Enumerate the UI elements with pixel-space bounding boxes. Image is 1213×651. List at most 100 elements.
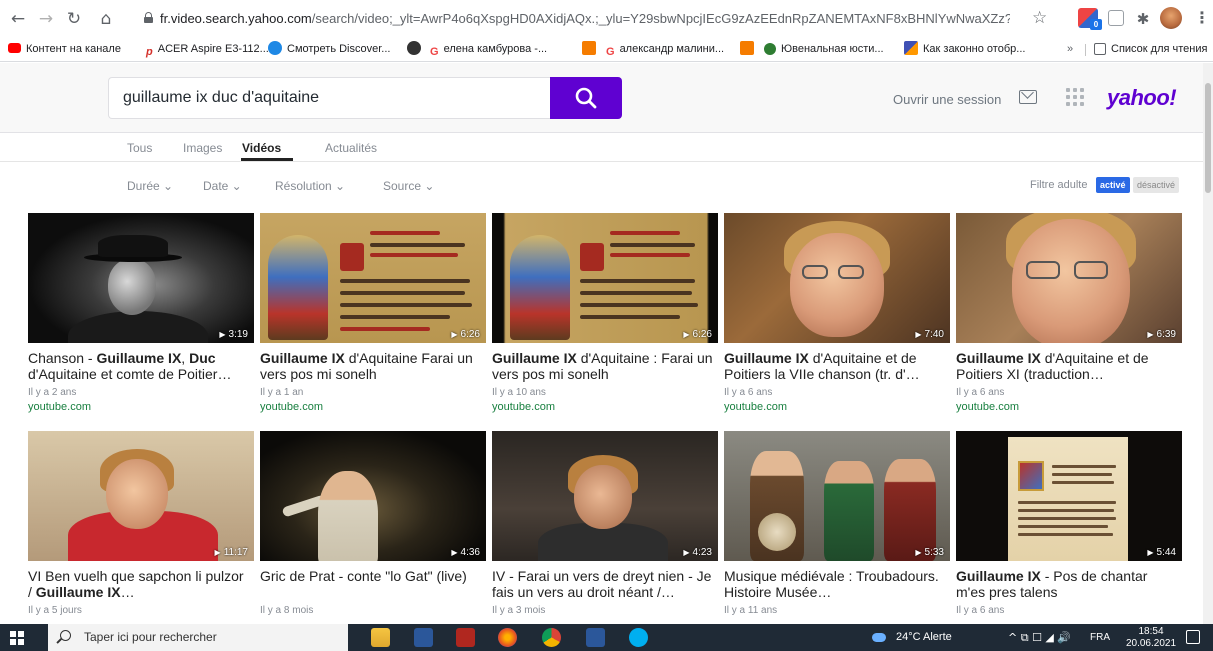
- video-thumbnail[interactable]: ▶ 5:33: [724, 431, 950, 561]
- video-title[interactable]: Guillaume IX d'Aquitaine et de Poitiers …: [956, 350, 1178, 382]
- skype-icon[interactable]: [629, 628, 648, 647]
- profile-avatar[interactable]: [1160, 7, 1182, 29]
- bookmark-item[interactable]: Gелена камбурова -...: [430, 41, 547, 58]
- clock[interactable]: 18:54 20.06.2021: [1124, 626, 1178, 650]
- video-thumbnail[interactable]: ▶ 4:23: [492, 431, 718, 561]
- file-explorer-icon[interactable]: [371, 628, 390, 647]
- forward-icon[interactable]: →: [36, 9, 56, 29]
- video-thumbnail[interactable]: ▶ 11:17: [28, 431, 254, 561]
- filter-date[interactable]: Date ⌄: [203, 179, 242, 193]
- video-duration: ▶ 5:33: [915, 547, 944, 558]
- language-indicator[interactable]: FRA: [1090, 632, 1110, 643]
- bookmark-item[interactable]: Как законно отобр...: [904, 41, 1025, 57]
- video-title[interactable]: Guillaume IX d'Aquitaine et de Poitiers …: [724, 350, 946, 382]
- video-thumbnail[interactable]: ▶ 6:39: [956, 213, 1182, 343]
- bookmark-item[interactable]: [582, 41, 601, 57]
- system-tray-icons[interactable]: ^ ⧉ ☐ ◢ 🔊: [1008, 631, 1071, 645]
- video-title[interactable]: Musique médiévale : Troubadours. Histoir…: [724, 568, 946, 600]
- b-icon: [740, 41, 754, 55]
- firefox-icon[interactable]: [498, 628, 517, 647]
- video-title[interactable]: Gric de Prat - conte "lo Gat" (live): [260, 568, 482, 600]
- video-card[interactable]: ▶ 6:26 Guillaume IX d'Aquitaine Farai un …: [260, 213, 486, 418]
- page-scrollbar[interactable]: [1203, 63, 1213, 624]
- tab-all[interactable]: Tous: [127, 141, 152, 155]
- video-title[interactable]: Guillaume IX d'Aquitaine : Farai un vers…: [492, 350, 714, 382]
- video-title[interactable]: Guillaume IX d'Aquitaine Farai un vers p…: [260, 350, 482, 382]
- search-icon: [575, 87, 597, 109]
- bookmark-item[interactable]: Контент на канале: [8, 41, 121, 57]
- video-thumbnail[interactable]: ▶ 3:19: [28, 213, 254, 343]
- address-bar[interactable]: fr.video.search.yahoo.com/search/video;_…: [126, 6, 1010, 32]
- search-button[interactable]: [550, 77, 622, 119]
- play-icon: ▶: [214, 548, 221, 557]
- mail-icon[interactable]: [1019, 90, 1037, 104]
- reload-icon[interactable]: ↻: [64, 9, 84, 29]
- video-card[interactable]: ▶ 11:17 VI Ben vuelh que sapchon li pulzo…: [28, 431, 254, 623]
- tab-news[interactable]: Actualités: [325, 141, 377, 155]
- home-icon[interactable]: ⌂: [96, 9, 116, 29]
- bookmark-item[interactable]: Gалександр малини...: [606, 41, 724, 58]
- video-source: youtube.com: [956, 401, 1019, 413]
- filter-source[interactable]: Source ⌄: [383, 179, 434, 193]
- reading-list[interactable]: Список для чтения: [1094, 41, 1207, 57]
- video-card[interactable]: ▶ 3:19 Chanson - Guillaume IX, Duc d'Aqui…: [28, 213, 254, 418]
- weather-icon: [872, 633, 886, 642]
- video-title[interactable]: VI Ben vuelh que sapchon li pulzor / Gui…: [28, 568, 250, 600]
- word-app-icon[interactable]: [586, 628, 605, 647]
- video-title[interactable]: Guillaume IX - Pos de chantar m'es pres …: [956, 568, 1178, 600]
- scrollbar-thumb[interactable]: [1205, 83, 1211, 193]
- tab-videos[interactable]: Vidéos: [242, 141, 281, 155]
- video-card[interactable]: ▶ 4:36 Gric de Prat - conte "lo Gat" (liv…: [260, 431, 486, 623]
- bookmark-item[interactable]: Ювенальная юсти...: [764, 41, 884, 57]
- video-card[interactable]: ▶ 7:40 Guillaume IX d'Aquitaine et de Poi…: [724, 213, 950, 418]
- video-card[interactable]: ▶ 6:26 Guillaume IX d'Aquitaine : Farai u…: [492, 213, 718, 418]
- b-icon: [582, 41, 596, 55]
- search-input[interactable]: [108, 77, 551, 119]
- puzzle-icon[interactable]: ✱: [1133, 9, 1153, 29]
- video-thumbnail[interactable]: ▶ 4:36: [260, 431, 486, 561]
- windows-start-icon[interactable]: [10, 631, 24, 645]
- bookmark-item[interactable]: [740, 41, 759, 57]
- menu-kebab-icon[interactable]: ⋮: [1194, 8, 1210, 28]
- adult-filter-off[interactable]: désactivé: [1133, 177, 1180, 193]
- weather-text[interactable]: 24°C Alerte: [896, 631, 952, 643]
- url-text[interactable]: fr.video.search.yahoo.com/search/video;_…: [160, 11, 1010, 26]
- video-thumbnail[interactable]: ▶ 6:26: [260, 213, 486, 343]
- yahoo-logo[interactable]: yahoo!: [1107, 85, 1177, 111]
- bookmark-item[interactable]: [407, 41, 426, 57]
- filter-duration[interactable]: Durée ⌄: [127, 179, 173, 193]
- video-card[interactable]: ▶ 5:44 Guillaume IX - Pos de chantar m'es…: [956, 431, 1182, 623]
- lock-icon[interactable]: [144, 12, 153, 23]
- signin-link[interactable]: Ouvrir une session: [893, 92, 1001, 107]
- check-icon: [904, 41, 918, 55]
- word-icon[interactable]: [414, 628, 433, 647]
- tab-images[interactable]: Images: [183, 141, 222, 155]
- bookmark-item[interactable]: Смотреть Discover...: [268, 41, 390, 57]
- bookmark-item[interactable]: p ACER Aspire E3-112...: [146, 41, 269, 58]
- filezilla-icon[interactable]: [456, 628, 475, 647]
- video-thumbnail[interactable]: ▶ 7:40: [724, 213, 950, 343]
- video-card[interactable]: ▶ 6:39 Guillaume IX d'Aquitaine et de Poi…: [956, 213, 1182, 418]
- video-card[interactable]: ▶ 4:23 IV - Farai un vers de dreyt nien -…: [492, 431, 718, 623]
- play-icon: ▶: [915, 548, 922, 557]
- adult-filter-on[interactable]: activé: [1096, 177, 1130, 193]
- bookmarks-more[interactable]: »: [1067, 41, 1073, 57]
- apps-grid-icon[interactable]: [1066, 88, 1084, 106]
- chrome-icon[interactable]: [542, 628, 561, 647]
- bookmark-star-icon[interactable]: ☆: [1032, 8, 1047, 28]
- video-age: Il y a 6 ans: [724, 387, 773, 398]
- notification-icon[interactable]: [1186, 630, 1200, 644]
- clock-time: 18:54: [1138, 626, 1164, 637]
- taskbar-search[interactable]: Taper ici pour rechercher: [48, 624, 348, 651]
- back-icon[interactable]: ←: [8, 9, 28, 29]
- video-source: youtube.com: [724, 401, 787, 413]
- filter-resolution[interactable]: Résolution ⌄: [275, 179, 345, 193]
- video-age: Il y a 10 ans: [492, 387, 546, 398]
- video-title[interactable]: Chanson - Guillaume IX, Duc d'Aquitaine …: [28, 350, 250, 382]
- extension-icon-2[interactable]: [1108, 10, 1124, 26]
- video-thumbnail[interactable]: ▶ 6:26: [492, 213, 718, 343]
- video-card[interactable]: ▶ 5:33 Musique médiévale : Troubadours. H…: [724, 431, 950, 623]
- video-title[interactable]: IV - Farai un vers de dreyt nien - Je fa…: [492, 568, 714, 600]
- video-age: Il y a 11 ans: [724, 605, 778, 616]
- video-thumbnail[interactable]: ▶ 5:44: [956, 431, 1182, 561]
